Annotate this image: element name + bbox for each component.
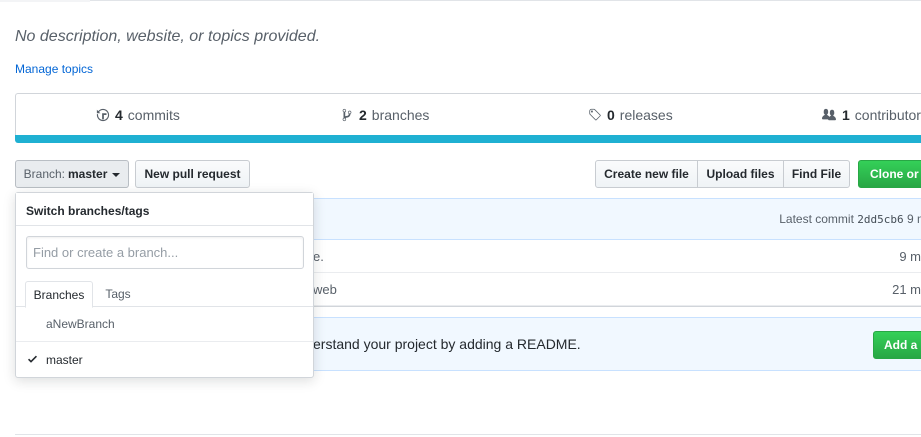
- releases-count: 0: [607, 107, 615, 123]
- releases-label: releases: [619, 107, 673, 123]
- branch-select-button[interactable]: Branch: master: [15, 160, 129, 188]
- tab-tags[interactable]: Tags: [99, 281, 137, 307]
- branch-dropdown: Switch branches/tags Branches Tags aNewB…: [15, 192, 314, 378]
- row-age: 9 m: [899, 249, 921, 264]
- branch-prefix: Branch:: [23, 167, 65, 181]
- bottom-divider: [15, 434, 921, 435]
- commits-count: 4: [115, 107, 123, 123]
- contributors-label: contributor: [854, 107, 921, 123]
- commits-summary[interactable]: 4 commits: [96, 107, 180, 123]
- dropdown-tabs: Branches Tags: [16, 281, 313, 308]
- dropdown-filter: [16, 226, 313, 270]
- tag-icon: [589, 108, 601, 121]
- commits-label: commits: [127, 107, 180, 123]
- branch-item-anewbranch[interactable]: aNewBranch: [16, 307, 313, 342]
- create-new-file-button[interactable]: Create new file: [595, 160, 698, 188]
- branch-item-master[interactable]: master: [16, 342, 313, 377]
- caret-down-icon: [112, 172, 121, 177]
- clone-or-download-button[interactable]: Clone or d: [858, 160, 921, 188]
- commit-message-link[interactable]: web: [313, 282, 337, 297]
- find-file-button[interactable]: Find File: [783, 160, 850, 188]
- latest-commit-info: Latest commit 2dd5cb6 9 m: [779, 212, 921, 226]
- manage-topics-link[interactable]: Manage topics: [15, 62, 93, 76]
- branches-count: 2: [359, 107, 367, 123]
- row-age: 21 m: [892, 282, 921, 297]
- branch-icon: [342, 108, 352, 122]
- check-icon: [28, 355, 37, 363]
- language-bar: [15, 135, 921, 143]
- contributors-summary[interactable]: 1 contributor: [821, 107, 921, 123]
- current-branch: master: [68, 167, 108, 181]
- commit-age: 9 m: [906, 212, 921, 226]
- commit-message-link[interactable]: e.: [313, 249, 324, 264]
- upload-files-button[interactable]: Upload files: [697, 160, 784, 188]
- numbers-summary: 4 commits 2 branches 0 releases 1 contri…: [15, 93, 921, 138]
- latest-commit-label: Latest commit: [779, 212, 854, 226]
- readme-prompt-text: erstand your project by adding a README.: [313, 336, 581, 352]
- top-tab-edge: [0, 0, 90, 2]
- people-icon: [822, 108, 836, 121]
- new-pull-request-button[interactable]: New pull request: [135, 160, 250, 188]
- top-divider: [0, 0, 921, 1]
- file-actions-group: Create new file Upload files Find File: [595, 160, 850, 188]
- history-icon: [96, 108, 110, 122]
- commit-sha-link[interactable]: 2dd5cb6: [857, 213, 903, 226]
- branch-list: aNewBranch master: [16, 307, 313, 377]
- branch-item-label: aNewBranch: [46, 317, 115, 331]
- branch-filter-input[interactable]: [26, 236, 304, 269]
- add-readme-button[interactable]: Add a: [873, 331, 921, 359]
- tab-branches[interactable]: Branches: [25, 281, 93, 308]
- dropdown-header: Switch branches/tags: [16, 193, 313, 226]
- branch-item-label: master: [46, 352, 83, 367]
- contributors-count: 1: [842, 107, 850, 123]
- repo-description: No description, website, or topics provi…: [15, 28, 321, 45]
- releases-summary[interactable]: 0 releases: [588, 107, 673, 123]
- branches-label: branches: [371, 107, 430, 123]
- branches-summary[interactable]: 2 branches: [340, 107, 429, 123]
